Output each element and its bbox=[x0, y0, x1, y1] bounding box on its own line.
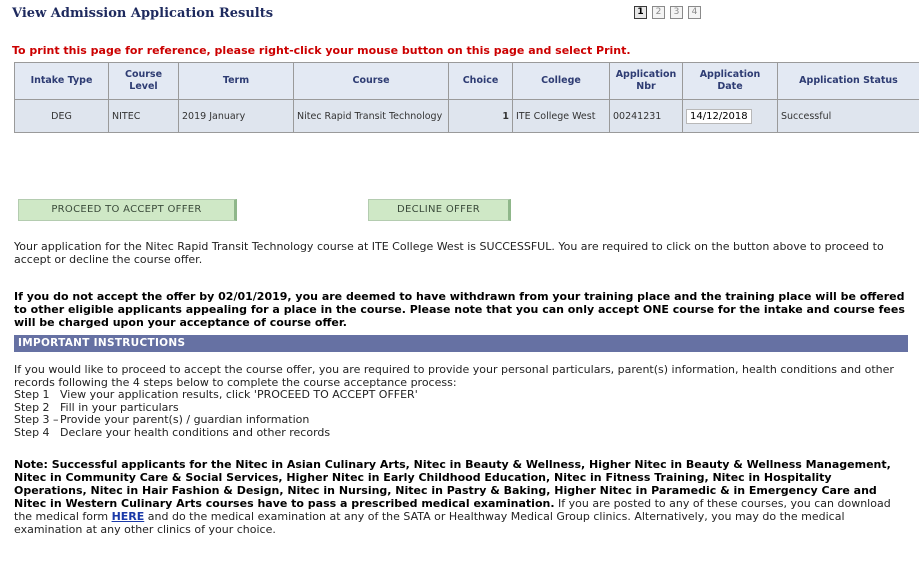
step-item: Step 4 Declare your health conditions an… bbox=[14, 425, 908, 440]
col-header-college: College bbox=[512, 62, 610, 100]
proceed-to-accept-offer-button[interactable]: PROCEED TO ACCEPT OFFER bbox=[18, 199, 237, 221]
col-header-course-level: Course Level bbox=[108, 62, 179, 100]
decline-offer-button[interactable]: DECLINE OFFER bbox=[368, 199, 511, 221]
page-2-icon[interactable]: 2 bbox=[652, 6, 665, 19]
page-title: View Admission Application Results bbox=[12, 6, 274, 21]
print-instruction: To print this page for reference, please… bbox=[12, 44, 631, 57]
application-date-value: 14/12/2018 bbox=[686, 108, 752, 124]
application-results-page: View Admission Application Results 1 2 3… bbox=[0, 0, 919, 571]
step-item: Step 3 – Provide your parent(s) / guardi… bbox=[14, 413, 908, 427]
application-result-message: Your application for the Nitec Rapid Tra… bbox=[14, 240, 884, 266]
medical-form-link[interactable]: HERE bbox=[112, 510, 145, 523]
instructions-block: If you would like to proceed to accept t… bbox=[14, 363, 908, 440]
medical-exam-note: Note: Successful applicants for the Nite… bbox=[14, 458, 908, 536]
instructions-intro: If you would like to proceed to accept t… bbox=[14, 363, 894, 389]
cell-course: Nitec Rapid Transit Technology bbox=[293, 99, 449, 133]
cell-application-status: Successful bbox=[777, 99, 919, 133]
cell-college: ITE College West bbox=[512, 99, 610, 133]
col-header-intake-type: Intake Type bbox=[14, 62, 109, 100]
cell-intake-type: DEG bbox=[14, 99, 109, 133]
page-1-icon[interactable]: 1 bbox=[634, 6, 647, 19]
cell-application-date: 14/12/2018 bbox=[682, 99, 778, 133]
results-table: Intake Type Course Level Term Course Cho… bbox=[14, 62, 919, 133]
page-4-icon[interactable]: 4 bbox=[688, 6, 701, 19]
step-number: Step 3 – bbox=[14, 413, 59, 426]
step-number: Step 1 bbox=[14, 388, 50, 401]
acceptance-deadline-warning: If you do not accept the offer by 02/01/… bbox=[14, 290, 905, 329]
step-text: Declare your health conditions and other… bbox=[60, 425, 331, 439]
important-instructions-header: IMPORTANT INSTRUCTIONS bbox=[14, 335, 908, 352]
col-header-application-status: Application Status bbox=[777, 62, 919, 100]
table-row: DEG NITEC 2019 January Nitec Rapid Trans… bbox=[14, 99, 919, 133]
cell-choice: 1 bbox=[448, 99, 513, 133]
col-header-term: Term bbox=[178, 62, 294, 100]
cell-term: 2019 January bbox=[178, 99, 294, 133]
step-number: Step 4 bbox=[14, 425, 50, 439]
col-header-application-date: Application Date bbox=[682, 62, 778, 100]
step-text: Provide your parent(s) / guardian inform… bbox=[60, 413, 310, 426]
cell-application-nbr: 00241231 bbox=[609, 99, 683, 133]
cell-course-level: NITEC bbox=[108, 99, 179, 133]
step-item: Step 1 View your application results, cl… bbox=[14, 388, 908, 402]
table-header-row: Intake Type Course Level Term Course Cho… bbox=[14, 62, 919, 100]
step-text: View your application results, click 'PR… bbox=[60, 388, 418, 401]
col-header-application-nbr: Application Nbr bbox=[609, 62, 683, 100]
col-header-course: Course bbox=[293, 62, 449, 100]
page-3-icon[interactable]: 3 bbox=[670, 6, 683, 19]
page-toolbar: 1 2 3 4 bbox=[634, 6, 701, 19]
col-header-choice: Choice bbox=[448, 62, 513, 100]
